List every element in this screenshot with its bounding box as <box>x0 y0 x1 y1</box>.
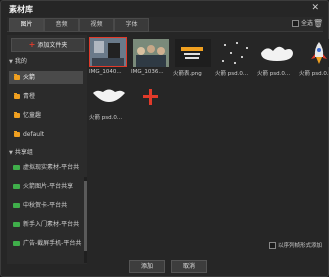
collapse-arrow-icon: ▼ <box>9 59 13 65</box>
my-section-header[interactable]: ▼ 我的 <box>9 57 27 67</box>
sidebar-shared-item[interactable]: 火箭图片-平台共享 <box>9 180 83 193</box>
add-asset-tile[interactable] <box>131 81 169 111</box>
close-icon[interactable]: ✕ <box>311 3 319 13</box>
asset-item[interactable]: 火箭 psd.0... <box>215 37 253 77</box>
trash-icon[interactable]: 🗑 <box>313 19 323 28</box>
my-section-label: 我的 <box>14 58 27 65</box>
shared-folder-icon <box>13 203 20 208</box>
asset-label: IMG_1040... <box>89 69 122 75</box>
select-all-checkbox[interactable]: 全选 <box>292 19 313 29</box>
add-asset-item[interactable] <box>131 81 169 121</box>
add-folder-label: 添加文件夹 <box>37 42 68 49</box>
collapse-arrow-icon: ▼ <box>9 150 13 156</box>
scrollbar-thumb[interactable] <box>84 181 87 251</box>
folder-icon <box>14 112 20 118</box>
asset-thumbnail[interactable] <box>131 37 169 67</box>
shared-section-header[interactable]: ▼ 共享组 <box>9 148 33 158</box>
checkbox-icon[interactable] <box>292 20 299 27</box>
add-button[interactable]: 添加 <box>129 260 165 273</box>
tab-video[interactable]: 视频 <box>79 18 114 32</box>
sidebar-shared-item[interactable]: 新手入门素材-平台共 <box>9 218 83 231</box>
shared-label: 广告-截屏手机-平台共 <box>23 240 82 247</box>
asset-item[interactable]: IMG_1036... <box>131 37 169 77</box>
asset-item[interactable]: 火箭 psd.0... <box>299 37 329 77</box>
sidebar-shared-item[interactable]: 虚拟现实素材-平台共 <box>9 161 83 174</box>
asset-label: 火箭 psd.0... <box>299 71 329 77</box>
asset-thumbnail[interactable] <box>299 37 329 67</box>
shared-folder-icon <box>13 241 20 246</box>
folder-label: default <box>23 131 45 138</box>
asset-label: IMG_1036... <box>131 69 164 75</box>
asset-thumbnail[interactable] <box>173 37 211 67</box>
asset-item[interactable]: IMG_1040... <box>89 37 127 77</box>
shared-label: 中秋贺卡-平台共 <box>23 202 68 209</box>
folder-label: 忆童趣 <box>23 112 42 119</box>
tab-audio[interactable]: 音频 <box>44 18 79 32</box>
title-bar: 素材库 ✕ <box>1 1 328 17</box>
asset-item[interactable]: 火箭 psd.0... <box>257 37 295 77</box>
tab-bar: 图片 音频 视频 字体 全选 🗑 <box>7 17 323 32</box>
folder-label: 青橙 <box>23 93 36 100</box>
shared-label: 虚拟现实素材-平台共 <box>23 164 80 171</box>
asset-thumbnail[interactable] <box>89 37 127 67</box>
asset-label: 火箭 psd.0... <box>89 115 123 121</box>
asset-item[interactable]: 火箭 psd.0... <box>89 81 127 121</box>
sidebar-folder-item[interactable]: 火箭 <box>9 71 83 84</box>
shared-folder-icon <box>13 184 20 189</box>
asset-grid: IMG_1040... IMG_1036... 火箭表.png 火箭 psd.0… <box>89 37 329 227</box>
asset-label: 火箭 psd.0... <box>215 71 249 77</box>
shared-section-label: 共享组 <box>14 149 33 156</box>
sidebar-shared-item[interactable]: 中秋贺卡-平台共 <box>9 199 83 212</box>
cancel-button[interactable]: 取消 <box>171 260 207 273</box>
asset-item[interactable]: 火箭表.png <box>173 37 211 77</box>
sidebar: + 添加文件夹 ▼ 我的 火箭 青橙 忆童趣 default ▼ 共享组 虚拟现实素材… <box>7 35 87 264</box>
asset-thumbnail[interactable] <box>215 37 253 67</box>
checkbox-icon[interactable] <box>269 242 276 249</box>
sidebar-shared-item[interactable]: 广告-截屏手机-平台共 <box>9 237 83 250</box>
sequence-frame-option[interactable]: 以序列帧形式添加 <box>269 241 322 249</box>
sidebar-folder-item[interactable]: default <box>9 128 83 141</box>
shared-folder-icon <box>13 165 20 170</box>
folder-icon <box>14 93 20 99</box>
folder-label: 火箭 <box>23 74 36 81</box>
select-all-label: 全选 <box>301 20 314 27</box>
asset-thumbnail[interactable] <box>89 81 127 111</box>
sidebar-folder-item[interactable]: 青橙 <box>9 90 83 103</box>
asset-label: 火箭表.png <box>173 71 202 77</box>
folder-icon <box>14 131 20 137</box>
shared-label: 新手入门素材-平台共 <box>23 221 80 228</box>
sequence-frame-label: 以序列帧形式添加 <box>278 243 323 249</box>
add-folder-button[interactable]: + 添加文件夹 <box>11 38 85 52</box>
tab-images[interactable]: 图片 <box>9 18 44 32</box>
dialog-title: 素材库 <box>9 5 33 14</box>
tab-fonts[interactable]: 字体 <box>114 18 149 32</box>
plus-icon: + <box>28 40 36 49</box>
asset-label: 火箭 psd.0... <box>257 71 291 77</box>
sidebar-scrollbar[interactable] <box>84 177 87 263</box>
asset-library-dialog: 素材库 ✕ 图片 音频 视频 字体 全选 🗑 + 添加文件夹 ▼ 我的 火箭 青橙 … <box>0 0 329 277</box>
asset-thumbnail[interactable] <box>257 37 295 67</box>
shared-label: 火箭图片-平台共享 <box>23 183 74 190</box>
sidebar-folder-item[interactable]: 忆童趣 <box>9 109 83 122</box>
folder-icon <box>14 74 20 80</box>
shared-folder-icon <box>13 222 20 227</box>
